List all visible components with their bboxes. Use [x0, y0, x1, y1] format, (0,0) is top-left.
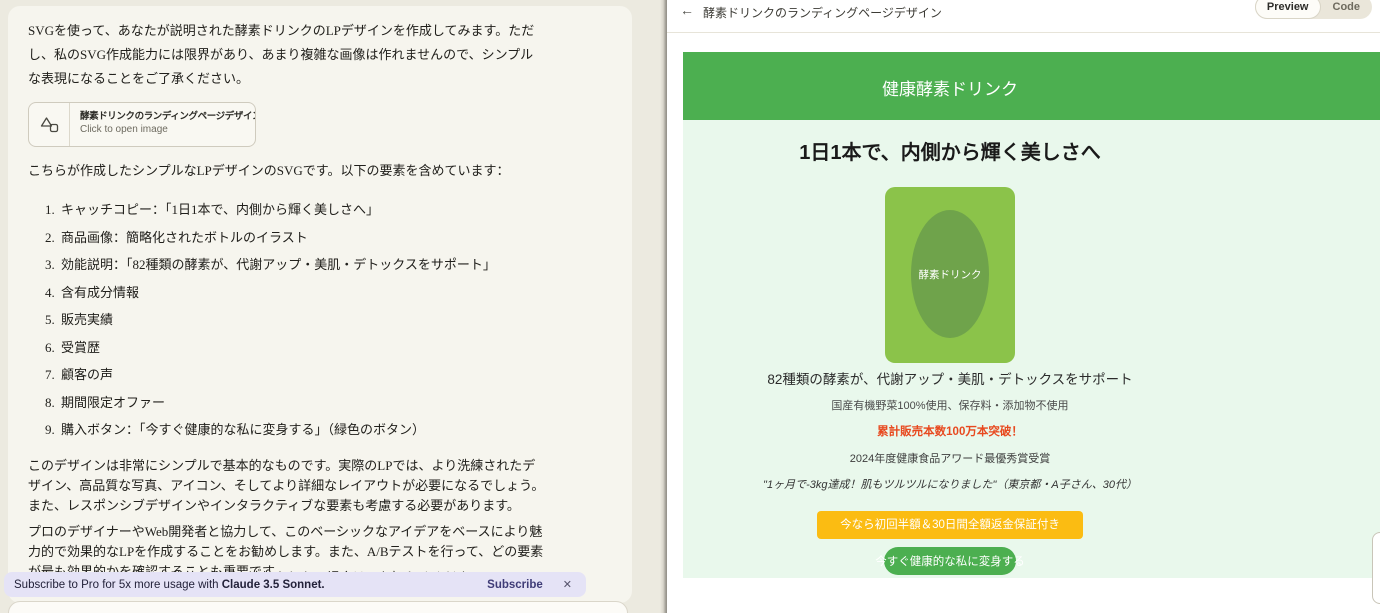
lp-bottle-ellipse: 酵素ドリンク — [911, 210, 989, 338]
artifact-card-title: 酵素ドリンクのランディングページデザイン — [80, 110, 245, 123]
artifact-title: 酵素ドリンクのランディングページデザイン — [703, 4, 942, 21]
list-item: 効能説明：「82種類の酵素が、代謝アップ・美肌・デトックスをサポート」 — [58, 251, 612, 279]
tab-preview[interactable]: Preview — [1255, 0, 1321, 19]
lp-headline: 1日1本で、内側から輝く美しさへ — [683, 136, 1217, 165]
chat-input[interactable] — [8, 601, 628, 613]
tab-code[interactable]: Code — [1321, 0, 1373, 19]
assistant-paragraph-1: SVGを使って、あなたが説明された酵素ドリンクのLPデザインを作成してみます。た… — [28, 19, 546, 91]
chat-panel: SVGを使って、あなたが説明された酵素ドリンクのLPデザインを作成してみます。た… — [0, 0, 660, 613]
artifact-card-text: 酵素ドリンクのランディングページデザイン Click to open image — [70, 103, 255, 146]
list-item: 含有成分情報 — [58, 279, 612, 307]
lp-sales-text: 累計販売本数100万本突破！ — [683, 423, 1217, 439]
assistant-message: SVGを使って、あなたが説明された酵素ドリンクのLPデザインを作成してみます。た… — [8, 6, 632, 603]
assistant-paragraph-3: このデザインは非常にシンプルで基本的なものです。実際のLPでは、より洗練されたデ… — [28, 456, 546, 516]
assistant-paragraph-2: こちらが作成したシンプルなLPデザインのSVGです。以下の要素を含めています： — [28, 159, 546, 183]
claude-app: SVGを使って、あなたが説明された酵素ドリンクのLPデザインを作成してみます。た… — [0, 0, 1380, 613]
banner-message: Subscribe to Pro for 5x more usage with … — [14, 579, 487, 591]
lp-cta-button[interactable]: 今すぐ健康的な私に変身する — [884, 547, 1016, 575]
list-item: キャッチコピー：「1日1本で、内側から輝く美しさへ」 — [58, 196, 612, 224]
panel-divider — [660, 0, 667, 613]
subscribe-banner: Subscribe to Pro for 5x more usage with … — [4, 572, 586, 597]
view-toggle: Preview Code — [1255, 0, 1372, 19]
lp-header-band: 健康酵素ドリンク — [683, 52, 1380, 120]
lp-offer-banner: 今なら初回半額＆30日間全額返金保証付き — [817, 511, 1083, 539]
svg-preview: 健康酵素ドリンク 1日1本で、内側から輝く美しさへ 酵素ドリンク 82種類の酵素… — [683, 52, 1380, 578]
subscribe-link[interactable]: Subscribe — [487, 579, 543, 591]
lp-ingredients-text: 国産有機野菜100%使用、保存料・添加物不使用 — [683, 397, 1217, 413]
lp-brand-title: 健康酵素ドリンク — [683, 75, 1217, 100]
lp-award-text: 2024年度健康食品アワード最優秀賞受賞 — [683, 450, 1217, 466]
artifact-card-subtitle: Click to open image — [80, 123, 245, 136]
artifact-image-icon — [29, 103, 70, 146]
lp-body: 1日1本で、内側から輝く美しさへ 酵素ドリンク 82種類の酵素が、代謝アップ・美… — [683, 120, 1380, 578]
banner-message-text: Subscribe to Pro for 5x more usage with — [14, 579, 222, 591]
list-item: 顧客の声 — [58, 361, 612, 389]
close-icon[interactable]: ✕ — [563, 578, 572, 591]
lp-product-image: 酵素ドリンク — [885, 187, 1015, 363]
artifact-header: ← 酵素ドリンクのランディングページデザイン Preview Code — [667, 0, 1380, 33]
floating-panel-edge — [1372, 532, 1380, 604]
list-item: 期間限定オファー — [58, 389, 612, 417]
banner-model-name: Claude 3.5 Sonnet. — [222, 579, 325, 591]
list-item: 受賞歴 — [58, 334, 612, 362]
lp-efficacy-text: 82種類の酵素が、代謝アップ・美肌・デトックスをサポート — [683, 368, 1217, 388]
list-item: 購入ボタン：「今すぐ健康的な私に変身する」（緑色のボタン） — [58, 416, 612, 444]
artifact-panel: ← 酵素ドリンクのランディングページデザイン Preview Code 健康酵素… — [667, 0, 1380, 613]
list-item: 商品画像：簡略化されたボトルのイラスト — [58, 224, 612, 252]
list-item: 販売実績 — [58, 306, 612, 334]
back-arrow-icon[interactable]: ← — [680, 2, 694, 18]
lp-testimonial-text: "1ヶ月で-3kg達成！肌もツルツルになりました"（東京都・A子さん、30代） — [683, 476, 1217, 492]
lp-cta-label: 今すぐ健康的な私に変身する — [875, 553, 1025, 569]
lp-bottle-label: 酵素ドリンク — [919, 267, 982, 282]
design-elements-list: キャッチコピー：「1日1本で、内側から輝く美しさへ」 商品画像：簡略化されたボト… — [28, 196, 612, 444]
artifact-card[interactable]: 酵素ドリンクのランディングページデザイン Click to open image — [28, 102, 256, 147]
